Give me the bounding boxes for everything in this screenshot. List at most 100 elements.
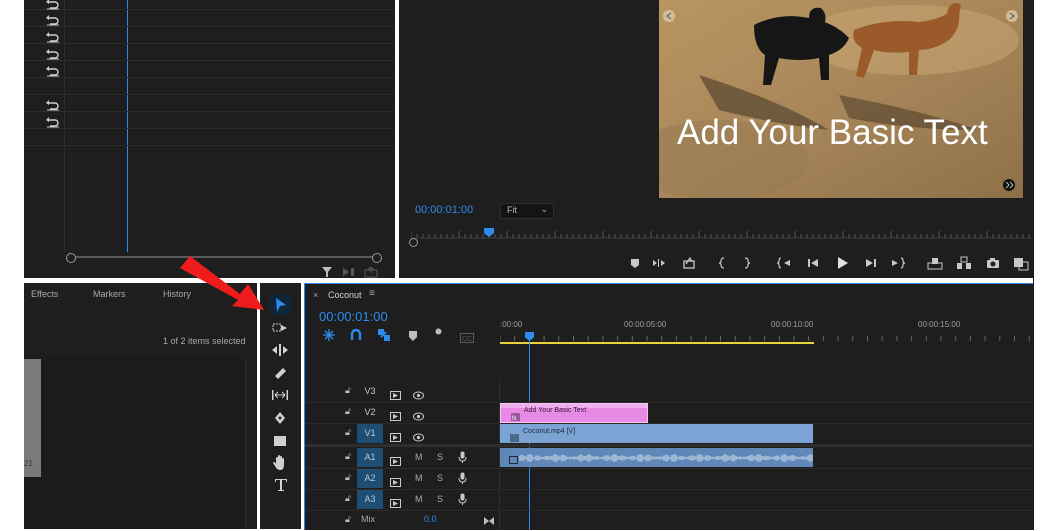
lock-icon[interactable]: 🔓︎ xyxy=(345,385,351,396)
selection-tool-icon[interactable] xyxy=(270,295,290,315)
snap-magnet-icon[interactable] xyxy=(349,328,363,347)
scroll-handle-left[interactable] xyxy=(66,253,76,263)
reset-parameter-icon[interactable] xyxy=(46,30,60,43)
export-frame-camera-icon[interactable] xyxy=(985,255,1001,271)
add-marker-icon[interactable] xyxy=(407,329,419,347)
razor-tool-icon[interactable] xyxy=(272,365,288,386)
lock-icon[interactable]: 🔓︎ xyxy=(345,406,351,417)
ruler-tick-label: :00:00 xyxy=(500,320,523,329)
track-target-a3[interactable]: A3 xyxy=(357,490,383,509)
eye-icon[interactable] xyxy=(413,429,424,447)
step-forward-icon[interactable] xyxy=(863,255,879,271)
selection-info: 1 of 2 items selected xyxy=(163,336,246,346)
sequence-tab[interactable]: Coconut xyxy=(328,290,362,300)
microphone-icon[interactable] xyxy=(458,493,467,511)
add-marker-icon[interactable] xyxy=(627,255,643,271)
track-select-tool-icon[interactable] xyxy=(271,320,289,341)
reset-parameter-icon[interactable] xyxy=(46,64,60,77)
rectangle-tool-icon[interactable] xyxy=(272,433,288,454)
solo-button[interactable]: S xyxy=(437,494,443,504)
track-target-a1[interactable]: A1 xyxy=(357,448,383,467)
play-only-audio-icon[interactable] xyxy=(342,265,356,283)
mark-in-icon[interactable] xyxy=(714,255,730,271)
go-to-in-point-icon[interactable] xyxy=(776,255,792,271)
track-target-v2[interactable]: V2 xyxy=(357,403,383,422)
sequence-timecode[interactable]: 00:00:01:00 xyxy=(319,309,388,324)
overlay-title-text[interactable]: Add Your Basic Text xyxy=(677,113,988,153)
row-divider xyxy=(24,9,394,10)
slip-tool-icon[interactable] xyxy=(271,387,289,408)
tab-markers[interactable]: Markers xyxy=(93,289,126,299)
row-divider xyxy=(24,111,394,112)
video-clip[interactable]: Coconut.mp4 [V] xyxy=(500,424,813,443)
lock-icon[interactable]: 🔓︎ xyxy=(345,451,351,462)
track-separator xyxy=(305,468,1034,469)
scrubber-start-handle[interactable] xyxy=(409,238,418,247)
step-back-icon[interactable] xyxy=(805,255,821,271)
play-icon[interactable] xyxy=(834,255,850,271)
audio-clip[interactable] xyxy=(500,448,813,467)
track-target-a2[interactable]: A2 xyxy=(357,469,383,488)
track-target-v3[interactable]: V3 xyxy=(357,382,383,401)
mark-out-icon[interactable] xyxy=(739,255,755,271)
mix-label: Mix xyxy=(361,514,375,524)
pen-tool-icon[interactable] xyxy=(272,410,288,431)
lock-icon[interactable]: 🔓︎ xyxy=(345,493,351,504)
export-frame-icon[interactable] xyxy=(364,265,378,283)
scroll-handle-right[interactable] xyxy=(372,253,382,263)
microphone-icon[interactable] xyxy=(458,451,467,469)
solo-button[interactable]: S xyxy=(437,473,443,483)
ruler-tick-label: 00:00:15:00 xyxy=(918,320,961,329)
tab-effects[interactable]: Effects xyxy=(31,289,58,299)
extract-icon[interactable] xyxy=(956,255,972,271)
linked-selection-icon[interactable] xyxy=(377,328,391,347)
mark-in-out-icon[interactable] xyxy=(651,255,667,271)
hand-tool-icon[interactable] xyxy=(272,454,288,477)
mute-button[interactable]: M xyxy=(415,452,423,462)
program-timecode[interactable]: 00:00:01:00 xyxy=(415,204,473,216)
reset-parameter-icon[interactable] xyxy=(46,0,60,10)
track-separator xyxy=(305,510,1034,511)
row-divider xyxy=(24,94,394,95)
playhead-line xyxy=(127,0,128,252)
close-sequence-icon[interactable]: × xyxy=(313,290,318,300)
row-divider xyxy=(24,77,394,78)
wrench-icon[interactable] xyxy=(432,328,446,347)
reset-parameter-icon[interactable] xyxy=(46,47,60,60)
track-row-v3: 🔓︎ V3 xyxy=(305,382,1034,402)
mix-value[interactable]: 0.0 xyxy=(424,514,437,524)
panel-menu-icon[interactable]: ≡ xyxy=(369,288,375,299)
ripple-edit-tool-icon[interactable] xyxy=(271,342,289,363)
nest-icon[interactable] xyxy=(322,328,336,347)
go-to-out-icon[interactable] xyxy=(891,255,907,271)
toggle-sync-lock-icon[interactable] xyxy=(390,429,401,447)
reset-parameter-icon[interactable] xyxy=(46,13,60,26)
row-divider xyxy=(24,26,394,27)
solo-button[interactable]: S xyxy=(437,452,443,462)
filter-icon[interactable] xyxy=(321,265,333,283)
go-to-end-icon[interactable] xyxy=(483,513,495,531)
time-ruler[interactable] xyxy=(500,331,1034,345)
mute-button[interactable]: M xyxy=(415,494,423,504)
video-frame-image xyxy=(659,0,1023,198)
lock-icon[interactable]: 🔓︎ xyxy=(345,514,351,525)
go-to-in-icon[interactable] xyxy=(681,255,697,271)
project-thumbnail-area[interactable] xyxy=(24,358,246,529)
comparison-view-icon[interactable] xyxy=(1013,255,1029,271)
lock-icon[interactable]: 🔓︎ xyxy=(345,472,351,483)
reset-parameter-icon[interactable] xyxy=(46,115,60,128)
track-target-v1[interactable]: V1 xyxy=(357,424,383,443)
microphone-icon[interactable] xyxy=(458,472,467,490)
captions-icon[interactable]: CC xyxy=(460,330,474,348)
fit-dropdown[interactable]: Fit ⌄ xyxy=(500,203,554,219)
type-tool-icon[interactable] xyxy=(273,476,289,497)
lock-icon[interactable]: 🔓︎ xyxy=(345,427,351,438)
reset-parameter-icon[interactable] xyxy=(46,98,60,111)
title-clip[interactable]: fx Add Your Basic Text xyxy=(500,403,648,423)
row-divider xyxy=(24,145,394,146)
row-divider xyxy=(24,60,394,61)
lift-icon[interactable] xyxy=(927,255,943,271)
program-video-frame[interactable]: Add Your Basic Text xyxy=(659,0,1023,198)
mute-button[interactable]: M xyxy=(415,473,423,483)
program-scrubber[interactable] xyxy=(410,228,1031,240)
